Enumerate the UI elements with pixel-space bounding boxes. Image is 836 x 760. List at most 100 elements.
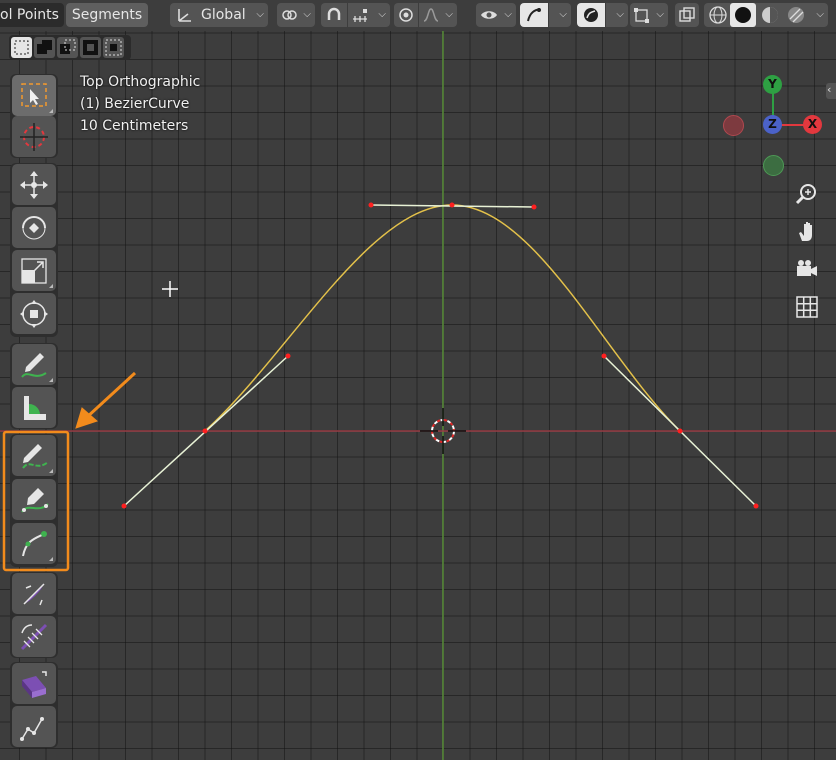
snap-target-dropdown[interactable]: ⌵ (348, 3, 390, 27)
snap-increment-icon (353, 9, 367, 22)
chevron-down-icon: ⌵ (303, 9, 311, 20)
proportional-edit-toggle[interactable] (394, 3, 418, 27)
control-points-mode-button[interactable]: ol Points (0, 3, 64, 27)
randomize-tool[interactable] (12, 706, 56, 747)
radius-tool[interactable] (12, 616, 56, 657)
grid-view-icon[interactable] (795, 295, 819, 319)
select-intersect-button[interactable] (103, 37, 124, 58)
edit-overlay-dropdown[interactable]: ⌵ (606, 3, 628, 27)
gizmo-neg-x-ball[interactable] (723, 115, 744, 136)
gizmo-y-ball[interactable]: Y (763, 75, 782, 94)
wireframe-shading-icon[interactable] (708, 5, 728, 25)
gizmo-x-ball[interactable]: X (803, 115, 822, 134)
tilt-tool[interactable] (12, 573, 56, 614)
chevron-down-icon: ⌵ (256, 9, 264, 20)
tool-group-select (10, 74, 58, 158)
magnet-icon (327, 7, 341, 20)
extrude-tool[interactable] (12, 663, 56, 704)
falloff-curve-icon (423, 8, 439, 22)
draw-tool[interactable] (12, 435, 56, 476)
control-point (449, 202, 455, 208)
overlays-dropdown[interactable]: ⌵ (549, 3, 571, 27)
tool-group-annotate (10, 343, 58, 429)
pan-hand-icon[interactable] (795, 219, 819, 243)
pen-nib-icon (21, 488, 49, 513)
show-gizmo-dropdown[interactable]: ⌵ (476, 3, 516, 27)
corner-indicator (49, 284, 53, 288)
segments-label: Segments (71, 7, 143, 23)
control-point (753, 503, 759, 509)
move-tool[interactable] (12, 164, 56, 205)
transform-tool[interactable] (12, 293, 56, 334)
tool-group-extrude (10, 662, 58, 748)
eye-icon (481, 11, 497, 19)
gizmo-neg-y-ball[interactable] (763, 155, 784, 176)
orientation-label: Global (201, 7, 246, 23)
sidebar-toggle[interactable]: ‹ (826, 83, 836, 99)
chevron-down-icon: ⌵ (656, 9, 664, 20)
snap-toggle[interactable] (321, 3, 347, 27)
select-subtract-button[interactable] (57, 37, 78, 58)
solid-shading-button[interactable] (730, 3, 756, 27)
segments-mode-button[interactable]: Segments (66, 3, 148, 27)
mouse-crosshair-icon (162, 281, 178, 297)
select-new-button[interactable] (11, 37, 32, 58)
select-extend-button[interactable] (34, 37, 55, 58)
mesh-edit-overlay-toggle[interactable] (577, 3, 605, 27)
shading-mode-group: ⌵ (704, 3, 828, 27)
transform-icon (20, 300, 48, 328)
tool-group-draw (10, 434, 58, 567)
chevron-down-icon: ⌵ (504, 9, 512, 20)
xray-toggle[interactable] (675, 3, 699, 27)
gizmo-z-ball[interactable]: Z (763, 115, 782, 134)
cursor-icon (20, 123, 48, 151)
select-mode-row (9, 35, 131, 60)
select-intersect-icon (105, 39, 122, 56)
chevron-down-icon: ⌵ (378, 9, 386, 20)
object-name-label: (1) BezierCurve (80, 96, 190, 112)
tool-group-curve (10, 572, 58, 658)
annotate-pencil-icon (21, 353, 47, 378)
control-point (368, 202, 374, 208)
chevron-down-icon: ⌵ (445, 9, 453, 20)
rotate-tool[interactable] (12, 207, 56, 248)
vertex-select-icon (634, 8, 649, 23)
corner-indicator (49, 557, 53, 561)
pen-tool[interactable] (12, 479, 56, 520)
material-shading-icon[interactable] (760, 5, 780, 25)
show-overlays-toggle[interactable] (520, 3, 548, 27)
select-extend-icon (37, 40, 52, 54)
radius-icon (20, 623, 48, 651)
select-new-icon (14, 40, 29, 55)
select-invert-button[interactable] (80, 37, 101, 58)
pivot-point-dropdown[interactable]: ⌵ (277, 3, 315, 27)
corner-indicator (49, 378, 53, 382)
extrude-icon (22, 671, 47, 698)
chevron-down-icon: ⌵ (559, 9, 567, 20)
control-point (677, 428, 683, 434)
rendered-shading-icon[interactable] (786, 5, 806, 25)
corner-indicator (49, 109, 53, 113)
xray-icon (679, 7, 695, 22)
tool-group-transform (10, 163, 58, 337)
view-name-label: Top Orthographic (80, 74, 201, 90)
orientation-dropdown[interactable]: Global ⌵ (170, 3, 268, 27)
chevron-down-icon: ⌵ (616, 9, 624, 20)
selection-mode-dropdown[interactable]: ⌵ (630, 3, 668, 27)
pivot-icon (282, 10, 297, 20)
measure-tool[interactable] (12, 387, 56, 428)
falloff-dropdown[interactable]: ⌵ (419, 3, 457, 27)
annotate-tool[interactable] (12, 344, 56, 385)
select-box-icon (21, 83, 47, 107)
zoom-icon[interactable] (795, 182, 819, 206)
camera-icon[interactable] (795, 257, 819, 281)
orientation-axes-icon (178, 9, 191, 22)
select-invert-icon (83, 40, 98, 55)
curve-pen-tool[interactable] (12, 523, 56, 564)
select-box-tool[interactable] (12, 75, 56, 116)
solid-shading-icon (735, 7, 751, 23)
curve-pen-icon (22, 531, 47, 557)
scale-label: 10 Centimeters (80, 118, 189, 134)
scale-tool[interactable] (12, 250, 56, 291)
cursor-tool[interactable] (12, 116, 56, 157)
